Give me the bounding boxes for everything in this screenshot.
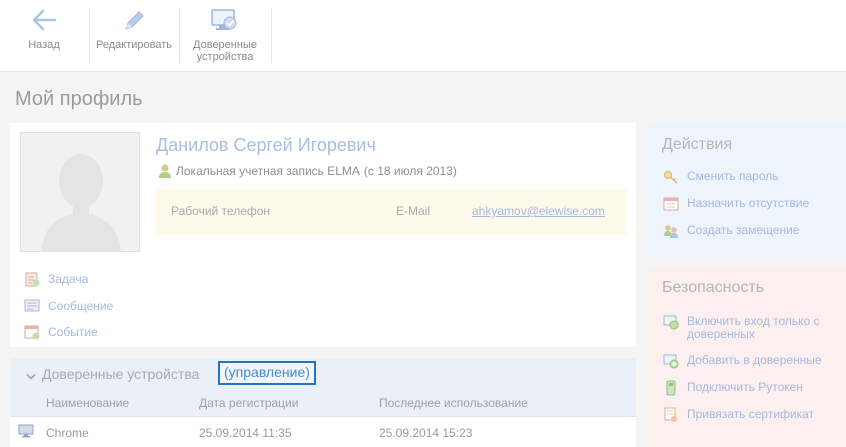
connect-rutoken-label: Подключить Рутокен [687,380,803,394]
set-absence-link[interactable]: Назначить отсутствие [663,197,843,212]
device-name: Chrome [46,426,89,440]
event-link[interactable]: Событие [24,324,98,340]
calendar-event-icon [24,325,40,340]
table-header: Наименование Дата регистрации Последнее … [10,389,636,417]
trusted-only-login-link[interactable]: Включить вход только с доверенных [663,315,843,341]
message-link[interactable]: Сообщение [24,298,113,314]
profile-name: Данилов Сергей Игоревич [156,135,376,155]
device-last-used: 25.09.2014 15:23 [379,426,473,440]
device-registered: 25.09.2014 11:35 [199,426,292,440]
profile-card: Данилов Сергей Игоревич Локальная учетна… [10,123,636,347]
page-title: Мой профиль [15,88,143,110]
pencil-icon [121,8,147,37]
edit-label: Редактировать [96,39,172,51]
connect-rutoken-link[interactable]: Подключить Рутокен [663,380,843,396]
toolbar: Назад Редактировать Доверенные устройств… [0,0,846,72]
key-icon [664,171,678,184]
change-password-label: Сменить пароль [687,169,779,183]
trusted-label-line1: Доверенные [193,39,257,51]
monitor-icon [18,424,34,441]
actions-panel: Действия Сменить пароль Назначить отсутс… [647,123,846,257]
column-header-name: Наименование [46,396,130,410]
account-type: Локальная учетная запись ELMA [176,164,360,178]
trusted-label-line2: устройства [196,51,254,63]
contact-box: Рабочий телефон E-Mail ahkyamov@elewise.… [156,189,626,235]
back-button[interactable]: Назад [0,0,88,71]
toolbar-divider [271,8,272,63]
change-password-link[interactable]: Сменить пароль [663,170,843,185]
column-header-last-used: Последнее использование [379,396,528,410]
task-link[interactable]: Задача [24,271,88,287]
back-label: Назад [28,39,60,51]
users-icon [664,225,678,238]
create-substitution-link[interactable]: Создать замещение [663,224,843,239]
security-panel: Безопасность Включить вход только с дове… [647,266,846,447]
user-silhouette-icon [21,133,139,251]
arrow-left-icon [31,8,57,35]
security-title: Безопасность [662,279,765,296]
create-substitution-label: Создать замещение [687,223,800,237]
devices-table: Наименование Дата регистрации Последнее … [10,389,636,447]
chevron-down-icon[interactable] [26,370,36,384]
bind-certificate-link[interactable]: Привязать сертификат [663,407,843,423]
certificate-icon [664,407,677,422]
manage-devices-link[interactable]: (управление) [218,361,316,385]
task-label: Задача [48,272,89,286]
trusted-devices-header: Доверенные устройства (управление) [10,358,636,389]
add-to-trusted-link[interactable]: Добавить в доверенные [663,354,843,369]
trusted-only-login-label: Включить вход только с доверенных [687,314,820,341]
usb-token-icon [666,380,676,396]
email-label: E-Mail [396,204,431,218]
actions-title: Действия [662,136,733,153]
account-info: Локальная учетная запись ELMA (с 18 июля… [158,163,457,179]
column-header-registered: Дата регистрации [199,396,299,410]
message-label: Сообщение [48,299,114,313]
trusted-devices-label: Доверенные устройства [180,39,270,63]
calendar-icon [663,197,679,211]
add-trusted-icon [663,354,679,369]
message-icon [24,299,40,312]
avatar [20,132,140,252]
edit-button[interactable]: Редактировать [90,0,178,71]
bind-certificate-label: Привязать сертификат [687,407,815,421]
trusted-devices-icon [210,8,240,37]
set-absence-label: Назначить отсутствие [687,196,810,210]
trusted-devices-button[interactable]: Доверенные устройства [180,0,270,71]
trusted-login-icon [663,315,679,330]
event-label: Событие [48,325,98,339]
task-icon [25,272,40,287]
phone-label: Рабочий телефон [171,204,271,218]
account-since: (с 18 июля 2013) [363,164,457,178]
add-to-trusted-label: Добавить в доверенные [687,353,822,367]
user-icon [159,164,171,178]
trusted-devices-title: Доверенные устройства [42,366,200,382]
email-link[interactable]: ahkyamov@elewise.com [472,204,605,218]
